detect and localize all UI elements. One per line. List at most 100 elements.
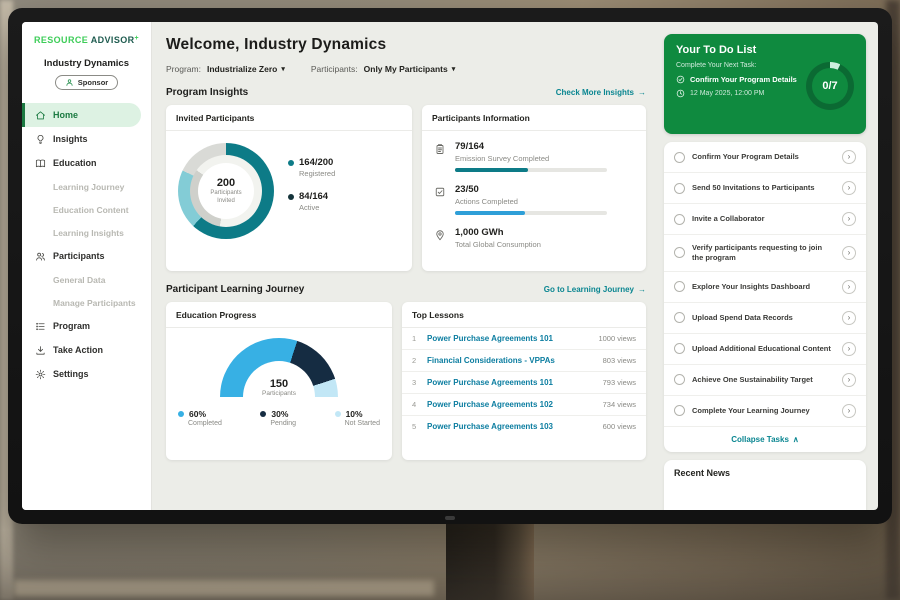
sidebar-nav: Home Insights Education Learning Journey… <box>22 103 151 386</box>
sidebar-item-settings[interactable]: Settings <box>22 362 151 386</box>
download-arrow-icon <box>35 345 46 356</box>
sidebar-item-label: Home <box>53 110 78 120</box>
sidebar-item-label: General Data <box>53 275 105 285</box>
sidebar-item-home[interactable]: Home <box>22 103 141 127</box>
task-label: Explore Your Insights Dashboard <box>692 282 835 292</box>
chevron-right-icon[interactable]: › <box>842 212 856 226</box>
sidebar-item-learning-journey[interactable]: Learning Journey <box>22 175 151 198</box>
task-row[interactable]: Verify participants requesting to join t… <box>664 235 866 272</box>
gauge-legend: 60% Completed 30% Pending 10% Not Starte… <box>166 397 392 427</box>
task-row[interactable]: Upload Additional Educational Content › <box>664 334 866 365</box>
legend-dot <box>288 194 294 200</box>
chevron-right-icon[interactable]: › <box>842 342 856 356</box>
task-checkbox[interactable] <box>674 281 685 292</box>
task-label: Send 50 Invitations to Participants <box>692 183 835 193</box>
collapse-tasks-button[interactable]: Collapse Tasks ∧ <box>664 427 866 452</box>
task-row[interactable]: Complete Your Learning Journey › <box>664 396 866 427</box>
sidebar-item-take-action[interactable]: Take Action <box>22 338 151 362</box>
main-content: Welcome, Industry Dynamics Program: Indu… <box>152 22 656 510</box>
task-row[interactable]: Upload Spend Data Records › <box>664 303 866 334</box>
chevron-right-icon[interactable]: › <box>842 181 856 195</box>
task-row[interactable]: Achieve One Sustainability Target › <box>664 365 866 396</box>
task-row[interactable]: Invite a Collaborator › <box>664 204 866 235</box>
lessons-list: 1 Power Purchase Agreements 101 1000 vie… <box>402 328 646 437</box>
progress-fill <box>455 211 525 215</box>
task-checkbox[interactable] <box>674 214 685 225</box>
card-title: Invited Participants <box>166 105 412 131</box>
task-row[interactable]: Confirm Your Program Details › <box>664 142 866 173</box>
task-checkbox[interactable] <box>674 374 685 385</box>
brand-plus: + <box>135 35 140 42</box>
sidebar-item-education-content[interactable]: Education Content <box>22 198 151 221</box>
chevron-right-icon[interactable]: › <box>842 311 856 325</box>
task-label: Achieve One Sustainability Target <box>692 375 835 385</box>
lesson-link[interactable]: Power Purchase Agreements 101 <box>427 334 591 343</box>
filter-bar: Program: Industrialize Zero ▾ Participan… <box>166 64 646 74</box>
gauge-center-label: Participants <box>220 390 338 397</box>
lesson-views: 803 views <box>603 356 636 365</box>
home-icon <box>35 110 46 121</box>
task-checkbox[interactable] <box>674 247 685 258</box>
sidebar-item-general-data[interactable]: General Data <box>22 268 151 291</box>
progress-fill <box>455 168 528 172</box>
lesson-link[interactable]: Power Purchase Agreements 103 <box>427 422 596 431</box>
monitor-bezel: RESOURCE ADVISOR+ Industry Dynamics Spon… <box>8 8 892 524</box>
go-to-learning-journey-link[interactable]: Go to Learning Journey → <box>544 285 646 294</box>
legend-label: Active <box>299 203 335 212</box>
task-checkbox[interactable] <box>674 312 685 323</box>
chevron-right-icon[interactable]: › <box>842 150 856 164</box>
todo-title: Your To Do List <box>676 44 854 56</box>
sponsor-label: Sponsor <box>78 78 108 87</box>
stat-row: 79/164 Emission Survey Completed <box>434 141 634 172</box>
sidebar-item-label: Education Content <box>53 205 129 215</box>
card-title: Education Progress <box>166 302 392 328</box>
legend-item: 164/200 Registered <box>288 157 335 178</box>
progress-bar <box>455 168 607 172</box>
progress-bar <box>455 211 607 215</box>
task-label: Upload Additional Educational Content <box>692 344 835 354</box>
chevron-right-icon[interactable]: › <box>842 373 856 387</box>
task-row[interactable]: Send 50 Invitations to Participants › <box>664 173 866 204</box>
task-label: Upload Spend Data Records <box>692 313 835 323</box>
lesson-link[interactable]: Financial Considerations - VPPAs <box>427 356 596 365</box>
check-more-insights-link[interactable]: Check More Insights → <box>556 88 646 97</box>
todo-progress-value: 0/7 <box>812 68 848 104</box>
task-checkbox[interactable] <box>674 183 685 194</box>
task-label: Complete Your Learning Journey <box>692 406 835 416</box>
brand-advisor: ADVISOR <box>91 35 135 45</box>
arrow-right-icon: → <box>638 88 646 97</box>
chevron-right-icon[interactable]: › <box>842 246 856 260</box>
sidebar-item-learning-insights[interactable]: Learning Insights <box>22 221 151 244</box>
program-insights-cards: Invited Participants 200 Participants In… <box>166 105 646 271</box>
legend-value: 60% <box>189 409 206 419</box>
sidebar-item-participants[interactable]: Participants <box>22 244 151 268</box>
task-checkbox[interactable] <box>674 405 685 416</box>
task-checkbox[interactable] <box>674 152 685 163</box>
lesson-row: 3 Power Purchase Agreements 101 793 view… <box>402 372 646 394</box>
sidebar: RESOURCE ADVISOR+ Industry Dynamics Spon… <box>22 22 152 510</box>
sidebar-item-program[interactable]: Program <box>22 314 151 338</box>
chevron-right-icon[interactable]: › <box>842 280 856 294</box>
legend-value: 84/164 <box>299 191 328 202</box>
legend-dot <box>260 411 266 417</box>
stat-value: 1,000 GWh <box>455 227 541 238</box>
task-row[interactable]: Explore Your Insights Dashboard › <box>664 272 866 303</box>
sidebar-item-manage-participants[interactable]: Manage Participants <box>22 291 151 314</box>
task-checkbox[interactable] <box>674 343 685 354</box>
todo-summary-card: Your To Do List Complete Your Next Task:… <box>664 34 866 134</box>
location-pin-icon <box>434 229 446 241</box>
people-icon <box>35 251 46 262</box>
sidebar-item-education[interactable]: Education <box>22 151 151 175</box>
recent-news-card: Recent News <box>664 460 866 511</box>
card-title: Participants Information <box>422 105 646 131</box>
stat-row: 23/50 Actions Completed <box>434 184 634 215</box>
background-desk-strip <box>14 580 434 596</box>
lesson-link[interactable]: Power Purchase Agreements 101 <box>427 378 596 387</box>
lesson-views: 1000 views <box>598 334 636 343</box>
lightbulb-icon <box>35 134 46 145</box>
sidebar-item-insights[interactable]: Insights <box>22 127 151 151</box>
lesson-link[interactable]: Power Purchase Agreements 102 <box>427 400 596 409</box>
participants-filter-dropdown[interactable]: Only My Participants ▾ <box>364 64 456 74</box>
chevron-right-icon[interactable]: › <box>842 404 856 418</box>
program-filter-dropdown[interactable]: Industrialize Zero ▾ <box>207 64 285 74</box>
